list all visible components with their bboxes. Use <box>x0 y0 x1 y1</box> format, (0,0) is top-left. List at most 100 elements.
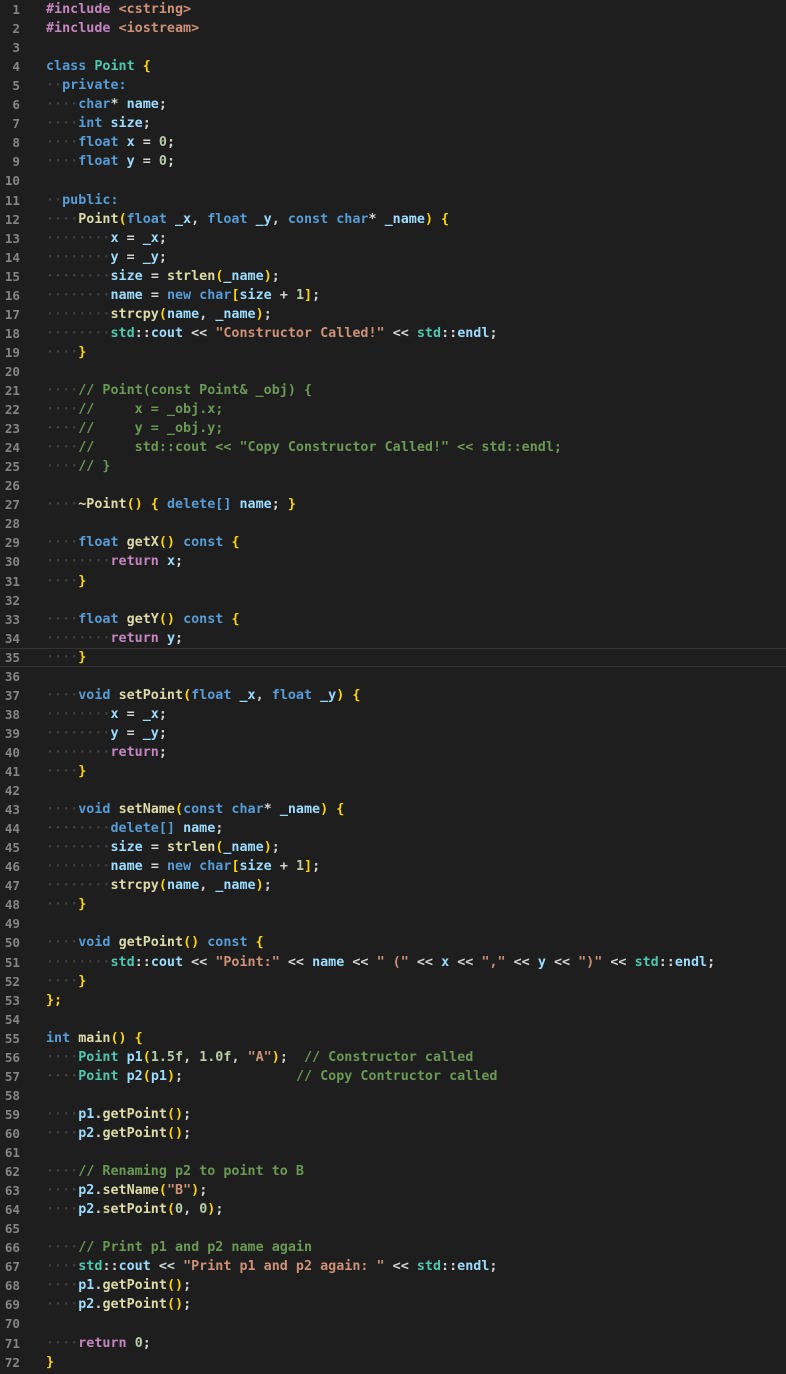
code-token: = <box>150 859 167 875</box>
code-token: ; <box>215 1202 224 1218</box>
code-line[interactable]: 54 <box>0 1010 786 1029</box>
line-number: 33 <box>4 611 20 627</box>
code-line[interactable]: 6 ····char* name; <box>0 95 786 114</box>
code-line[interactable]: 12 ····Point(float _x, float _y, const ch… <box>0 210 786 229</box>
code-line[interactable]: 52 ····} <box>0 972 786 991</box>
code-line[interactable]: 35 ····} <box>0 648 786 667</box>
code-line[interactable]: 60 ····p2.getPoint(); <box>0 1124 786 1143</box>
code-line[interactable]: 30 ········return x; <box>0 552 786 571</box>
code-line[interactable]: 71 ····return 0; <box>0 1334 786 1353</box>
code-line[interactable]: 53}; <box>0 991 786 1010</box>
code-line[interactable]: 45 ········size = strlen(_name); <box>0 838 786 857</box>
code-line[interactable]: 42 <box>0 781 786 800</box>
code-line[interactable]: 20 <box>0 362 786 381</box>
code-line[interactable]: 59 ····p1.getPoint(); <box>0 1105 786 1124</box>
code-line[interactable]: 7 ····int size; <box>0 114 786 133</box>
code-line[interactable]: 62 ····// Renaming p2 to point to B <box>0 1162 786 1181</box>
code-line[interactable]: 64 ····p2.setPoint(0, 0); <box>0 1200 786 1219</box>
code-token: setName <box>118 802 175 818</box>
code-line[interactable]: 69 ····p2.getPoint(); <box>0 1295 786 1314</box>
code-line[interactable]: 51 ········std::cout << "Point:" << name … <box>0 953 786 972</box>
code-line[interactable]: 43 ····void setName(const char* _name) { <box>0 800 786 819</box>
code-editor[interactable]: 1 #include <cstring> 2 #include <iostream> 3… <box>0 0 786 1374</box>
code-line[interactable]: 33 ····float getY() const { <box>0 610 786 629</box>
code-line[interactable]: 61 <box>0 1143 786 1162</box>
code-line[interactable]: 56 ····Point p1(1.5f, 1.0f, "A"); // Cons… <box>0 1048 786 1067</box>
code-line[interactable]: 4 class Point { <box>0 57 786 76</box>
code-token: _y <box>320 687 337 703</box>
code-token: ( <box>142 1068 151 1084</box>
code-token: ) <box>255 878 264 894</box>
code-token: getX <box>126 535 159 551</box>
code-token: ] <box>304 287 313 303</box>
code-line[interactable]: 72} <box>0 1353 786 1372</box>
code-line[interactable]: 11 ··public: <box>0 191 786 210</box>
code-line[interactable]: 70 <box>0 1314 786 1333</box>
code-token: endl <box>674 954 708 970</box>
code-line[interactable]: 41 ····} <box>0 762 786 781</box>
code-line[interactable]: 26 <box>0 476 786 495</box>
code-token: << <box>392 325 417 341</box>
code-line[interactable]: 57 ····Point p2(p1); // Copy Contructor c… <box>0 1067 786 1086</box>
code-line[interactable]: 3 <box>0 38 786 57</box>
code-token: ; <box>279 1049 304 1065</box>
code-line[interactable]: 2 #include <iostream> <box>0 19 786 38</box>
code-line[interactable]: 40 ········return; <box>0 743 786 762</box>
code-line[interactable]: 19 ····} <box>0 343 786 362</box>
code-line[interactable]: 25 ····// } <box>0 457 786 476</box>
code-line[interactable]: 15 ········size = strlen(_name); <box>0 267 786 286</box>
code-line[interactable]: 18 ········std::cout << "Constructor Call… <box>0 324 786 343</box>
code-line[interactable]: 29 ····float getX() const { <box>0 533 786 552</box>
code-line[interactable]: 37 ····void setPoint(float _x, float _y) … <box>0 686 786 705</box>
code-line[interactable]: 13 ········x = _x; <box>0 229 786 248</box>
code-token: () <box>166 1278 184 1294</box>
line-number: 18 <box>4 325 20 341</box>
code-token: size <box>110 116 143 132</box>
code-line[interactable]: 66 ····// Print p1 and p2 name again <box>0 1238 786 1257</box>
code-line[interactable]: 65 <box>0 1219 786 1238</box>
code-text: ····p2.getPoint(); <box>46 1295 191 1314</box>
code-text: ····float x = 0; <box>46 133 175 152</box>
code-line[interactable]: 1 #include <cstring> <box>0 0 786 19</box>
code-token: Point <box>78 211 119 227</box>
code-line[interactable]: 28 <box>0 514 786 533</box>
code-line[interactable]: 22 ····// x = _obj.x; <box>0 400 786 419</box>
code-line[interactable]: 21 ····// Point(const Point& _obj) { <box>0 381 786 400</box>
code-line[interactable]: 44 ········delete[] name; <box>0 819 786 838</box>
code-line[interactable]: 23 ····// y = _obj.y; <box>0 419 786 438</box>
code-token: ) <box>191 1183 200 1199</box>
code-line[interactable]: 50 ····void getPoint() const { <box>0 933 786 952</box>
code-line[interactable]: 32 <box>0 591 786 610</box>
code-line[interactable]: 38 ········x = _x; <box>0 705 786 724</box>
code-line[interactable]: 49 <box>0 914 786 933</box>
code-line[interactable]: 9 ····float y = 0; <box>0 152 786 171</box>
code-line[interactable]: 48 ····} <box>0 895 786 914</box>
code-line[interactable]: 14 ········y = _y; <box>0 248 786 267</box>
code-line[interactable]: 16 ········name = new char[size + 1]; <box>0 286 786 305</box>
line-number: 34 <box>4 630 20 646</box>
code-line[interactable]: 36 <box>0 667 786 686</box>
code-line[interactable]: 58 <box>0 1086 786 1105</box>
code-line[interactable]: 55 int main() { <box>0 1029 786 1048</box>
code-line[interactable]: 27 ····~Point() { delete[] name; } <box>0 495 786 514</box>
code-line[interactable]: 68 ····p1.getPoint(); <box>0 1276 786 1295</box>
code-line[interactable]: 46 ········name = new char[size + 1]; <box>0 857 786 876</box>
code-line[interactable]: 67 ····std::cout << "Print p1 and p2 agai… <box>0 1257 786 1276</box>
code-line[interactable]: 17 ········strcpy(name, _name); <box>0 305 786 324</box>
code-line[interactable]: 47 ········strcpy(name, _name); <box>0 876 786 895</box>
code-token: _name <box>384 211 425 227</box>
code-token: getPoint <box>102 1106 167 1122</box>
code-line[interactable]: 24 ····// std::cout << "Copy Constructor … <box>0 438 786 457</box>
code-line[interactable]: 10 <box>0 171 786 190</box>
code-token: "A" <box>247 1049 272 1065</box>
line-number: 70 <box>4 1316 20 1332</box>
code-line[interactable]: 31 ····} <box>0 572 786 591</box>
code-line[interactable]: 63 ····p2.setName("B"); <box>0 1181 786 1200</box>
code-line[interactable]: 39 ········y = _y; <box>0 724 786 743</box>
code-line[interactable]: 5 ··private: <box>0 76 786 95</box>
code-token: y <box>110 249 127 265</box>
code-text: ····void getPoint() const { <box>46 933 264 952</box>
code-line[interactable]: 34 ········return y; <box>0 629 786 648</box>
line-number: 60 <box>4 1125 20 1141</box>
code-line[interactable]: 8 ····float x = 0; <box>0 133 786 152</box>
